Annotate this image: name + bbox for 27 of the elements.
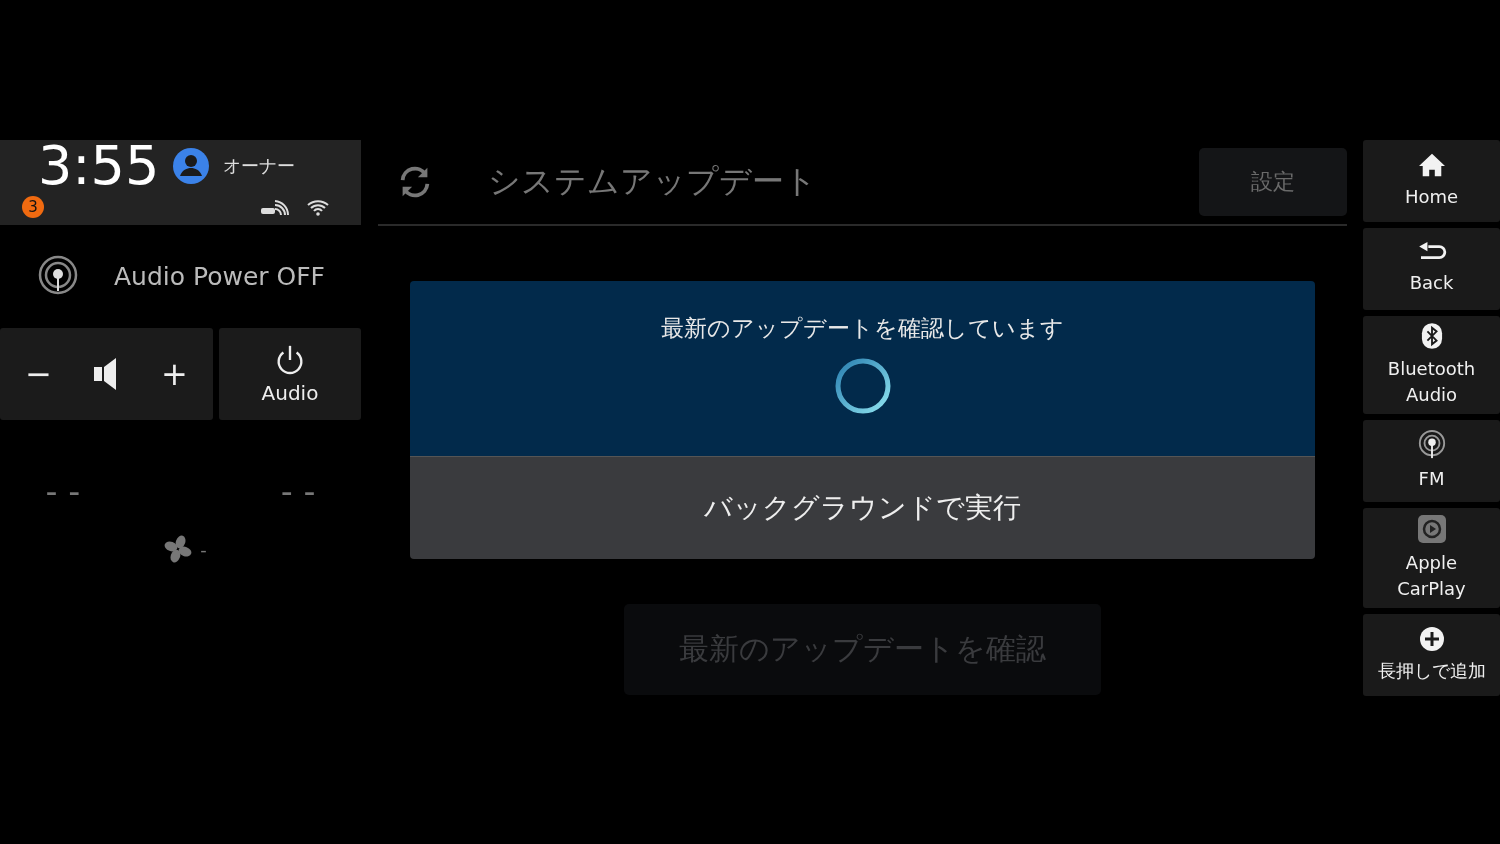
audio-source-label: Audio Power OFF: [114, 262, 325, 291]
volume-up-button[interactable]: +: [150, 351, 198, 397]
bluetooth-icon: [1420, 322, 1443, 350]
left-temperature: – –: [46, 480, 82, 505]
fan-icon: [164, 535, 193, 563]
add-icon: [1418, 626, 1445, 653]
page-title: システムアップデート: [488, 161, 817, 202]
home-icon: [1416, 151, 1447, 178]
audio-power-button[interactable]: Audio: [219, 328, 361, 420]
nav-button[interactable]: Apple CarPlay: [1363, 508, 1500, 609]
fan-speed: -: [200, 538, 207, 560]
nav-button[interactable]: FM: [1363, 420, 1500, 503]
nav-button[interactable]: Bluetooth Audio: [1363, 316, 1500, 415]
user-name: オーナー: [223, 154, 296, 178]
clock-time: 3:55: [38, 139, 160, 193]
notification-badge[interactable]: 3: [22, 196, 44, 218]
radio-icon: [1416, 430, 1447, 461]
right-temperature: – –: [281, 480, 317, 505]
play-icon: [1416, 514, 1447, 545]
run-in-background-button[interactable]: バックグラウンドで実行: [410, 456, 1315, 559]
dialog-message: 最新のアップデートを確認しています: [661, 314, 1064, 343]
volume-down-button[interactable]: −: [15, 351, 63, 397]
car-signal-icon: [259, 197, 289, 217]
nav-button[interactable]: Home: [1363, 140, 1500, 222]
nav-button[interactable]: 長押しで追加: [1363, 614, 1500, 697]
user-avatar-icon: [173, 148, 210, 184]
nav-button[interactable]: Back: [1363, 228, 1500, 310]
